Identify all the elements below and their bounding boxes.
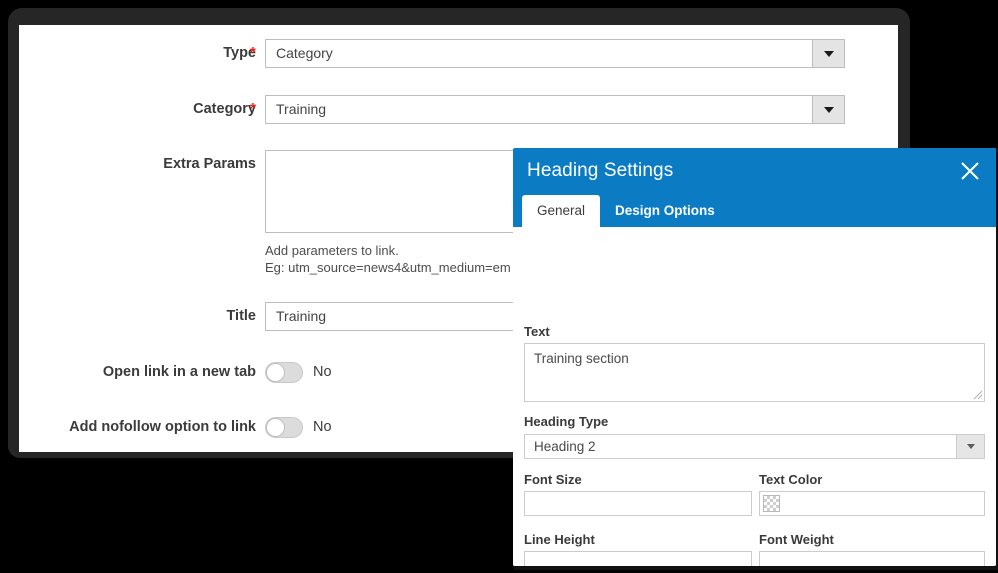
modal-body: Text Training section Heading Type Headi… <box>513 227 996 566</box>
heading-type-select-value: Heading 2 <box>534 439 596 454</box>
required-marker-category: * <box>250 100 256 117</box>
close-icon[interactable] <box>958 159 982 183</box>
label-heading-type: Heading Type <box>524 414 609 429</box>
field-label-nofollow: Add nofollow option to link <box>69 419 256 435</box>
label-text: Text <box>524 324 550 339</box>
tab-design-options[interactable]: Design Options <box>600 195 730 227</box>
nofollow-toggle[interactable] <box>265 417 303 438</box>
chevron-down-icon[interactable] <box>956 435 984 458</box>
resize-handle-icon[interactable] <box>973 390 983 400</box>
field-label-extra-params: Extra Params <box>163 156 256 172</box>
nofollow-toggle-value: No <box>313 419 332 435</box>
field-label-title: Title <box>226 308 256 324</box>
modal-tabs: General Design Options <box>522 195 730 227</box>
heading-settings-modal: Heading Settings General Design Options … <box>513 148 996 566</box>
toggle-knob <box>266 418 285 437</box>
label-line-height: Line Height <box>524 532 595 547</box>
chevron-down-icon[interactable] <box>812 40 844 67</box>
category-select[interactable]: Training <box>265 95 845 124</box>
extra-params-help-line-1: Add parameters to link. <box>265 243 399 258</box>
open-new-tab-toggle[interactable] <box>265 362 303 383</box>
text-color-input[interactable] <box>759 491 985 516</box>
type-select-value: Category <box>276 45 333 61</box>
heading-type-select[interactable]: Heading 2 <box>524 434 985 459</box>
type-select[interactable]: Category <box>265 39 845 68</box>
color-swatch-icon[interactable] <box>763 495 780 512</box>
screenshot-stage: Type * Category Category * Training Extr… <box>0 0 998 573</box>
label-font-weight: Font Weight <box>759 532 834 547</box>
required-marker-type: * <box>250 44 256 61</box>
category-select-value: Training <box>276 101 327 117</box>
line-height-input[interactable] <box>524 551 752 566</box>
modal-title: Heading Settings <box>527 160 674 181</box>
toggle-knob <box>266 363 285 382</box>
field-label-category: Category <box>193 101 256 117</box>
extra-params-help-line-2: Eg: utm_source=news4&utm_medium=em <box>265 260 511 275</box>
tab-general[interactable]: General <box>522 195 601 227</box>
font-size-input[interactable] <box>524 491 752 516</box>
modal-header: Heading Settings General Design Options <box>513 148 996 227</box>
font-weight-input[interactable] <box>759 551 985 566</box>
label-text-color: Text Color <box>759 472 823 487</box>
chevron-down-icon[interactable] <box>812 96 844 123</box>
open-new-tab-toggle-value: No <box>313 364 332 380</box>
text-textarea[interactable]: Training section <box>524 343 985 402</box>
label-font-size: Font Size <box>524 472 582 487</box>
text-textarea-value: Training section <box>534 351 629 366</box>
field-label-open-new-tab: Open link in a new tab <box>102 364 256 380</box>
